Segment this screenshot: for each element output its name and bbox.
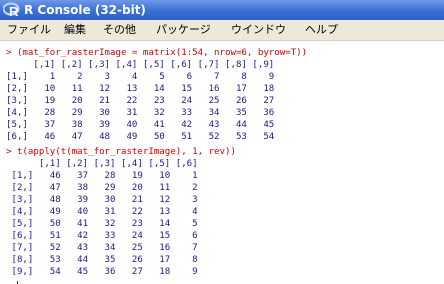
- window-title: R Console (32-bit): [24, 3, 146, 17]
- r-console-window: R R Console (32-bit) ファイル 編集 その他 パッケージ ウ…: [0, 0, 444, 284]
- menu-windows[interactable]: ウインドウ: [231, 20, 286, 40]
- console-output-line: [3,] 19 20 21 22 23 24 25 26 27: [6, 96, 275, 107]
- console-output-line: [6,] 51 42 33 24 15 6: [6, 231, 198, 242]
- r-logo-icon: R: [2, 2, 21, 19]
- console-command-line: > t(apply(t(mat_for_rasterImage), 1, rev…: [6, 147, 236, 158]
- svg-text:R: R: [9, 4, 19, 18]
- console-output-line: [1,] 1 2 3 4 5 6 7 8 9: [6, 72, 275, 83]
- console-output-line: [,1] [,2] [,3] [,4] [,5] [,6] [,7] [,8] …: [6, 60, 275, 71]
- console-output-line: [8,] 53 44 35 26 17 8: [6, 255, 198, 266]
- console-output-line: [,1] [,2] [,3] [,4] [,5] [,6]: [6, 159, 198, 170]
- console-output-line: [2,] 47 38 29 20 11 2: [6, 183, 198, 194]
- console-output-line: [9,] 54 45 36 27 18 9: [6, 267, 198, 278]
- console-output-line: [7,] 52 43 34 25 16 7: [6, 243, 198, 254]
- console-output-line: [3,] 48 39 30 21 12 3: [6, 195, 198, 206]
- console-command-line: > (mat_for_rasterImage = matrix(1:54, nr…: [6, 48, 308, 58]
- console-output-line: [1,] 46 37 28 19 10 1: [6, 171, 198, 182]
- menu-misc[interactable]: その他: [103, 20, 136, 40]
- console-output-line: [5,] 37 38 39 40 41 42 43 44 45: [6, 120, 275, 131]
- console-output-line: [5,] 50 41 32 23 14 5: [6, 219, 198, 230]
- console-output-line: [4,] 49 40 31 22 13 4: [6, 207, 198, 218]
- menu-help[interactable]: ヘルプ: [305, 20, 338, 40]
- title-bar[interactable]: R R Console (32-bit): [0, 0, 444, 20]
- console-output-line: [4,] 28 29 30 31 32 33 34 35 36: [6, 108, 275, 119]
- menu-file[interactable]: ファイル: [7, 20, 51, 40]
- menu-bar: ファイル 編集 その他 パッケージ ウインドウ ヘルプ: [0, 20, 444, 41]
- menu-packages[interactable]: パッケージ: [156, 20, 211, 40]
- console-output-line: [2,] 10 11 12 13 14 15 16 17 18: [6, 84, 275, 95]
- menu-edit[interactable]: 編集: [64, 20, 86, 40]
- console-output-line: [6,] 46 47 48 49 50 51 52 53 54: [6, 132, 275, 143]
- console-output-area[interactable]: > (mat_for_rasterImage = matrix(1:54, nr…: [0, 41, 444, 284]
